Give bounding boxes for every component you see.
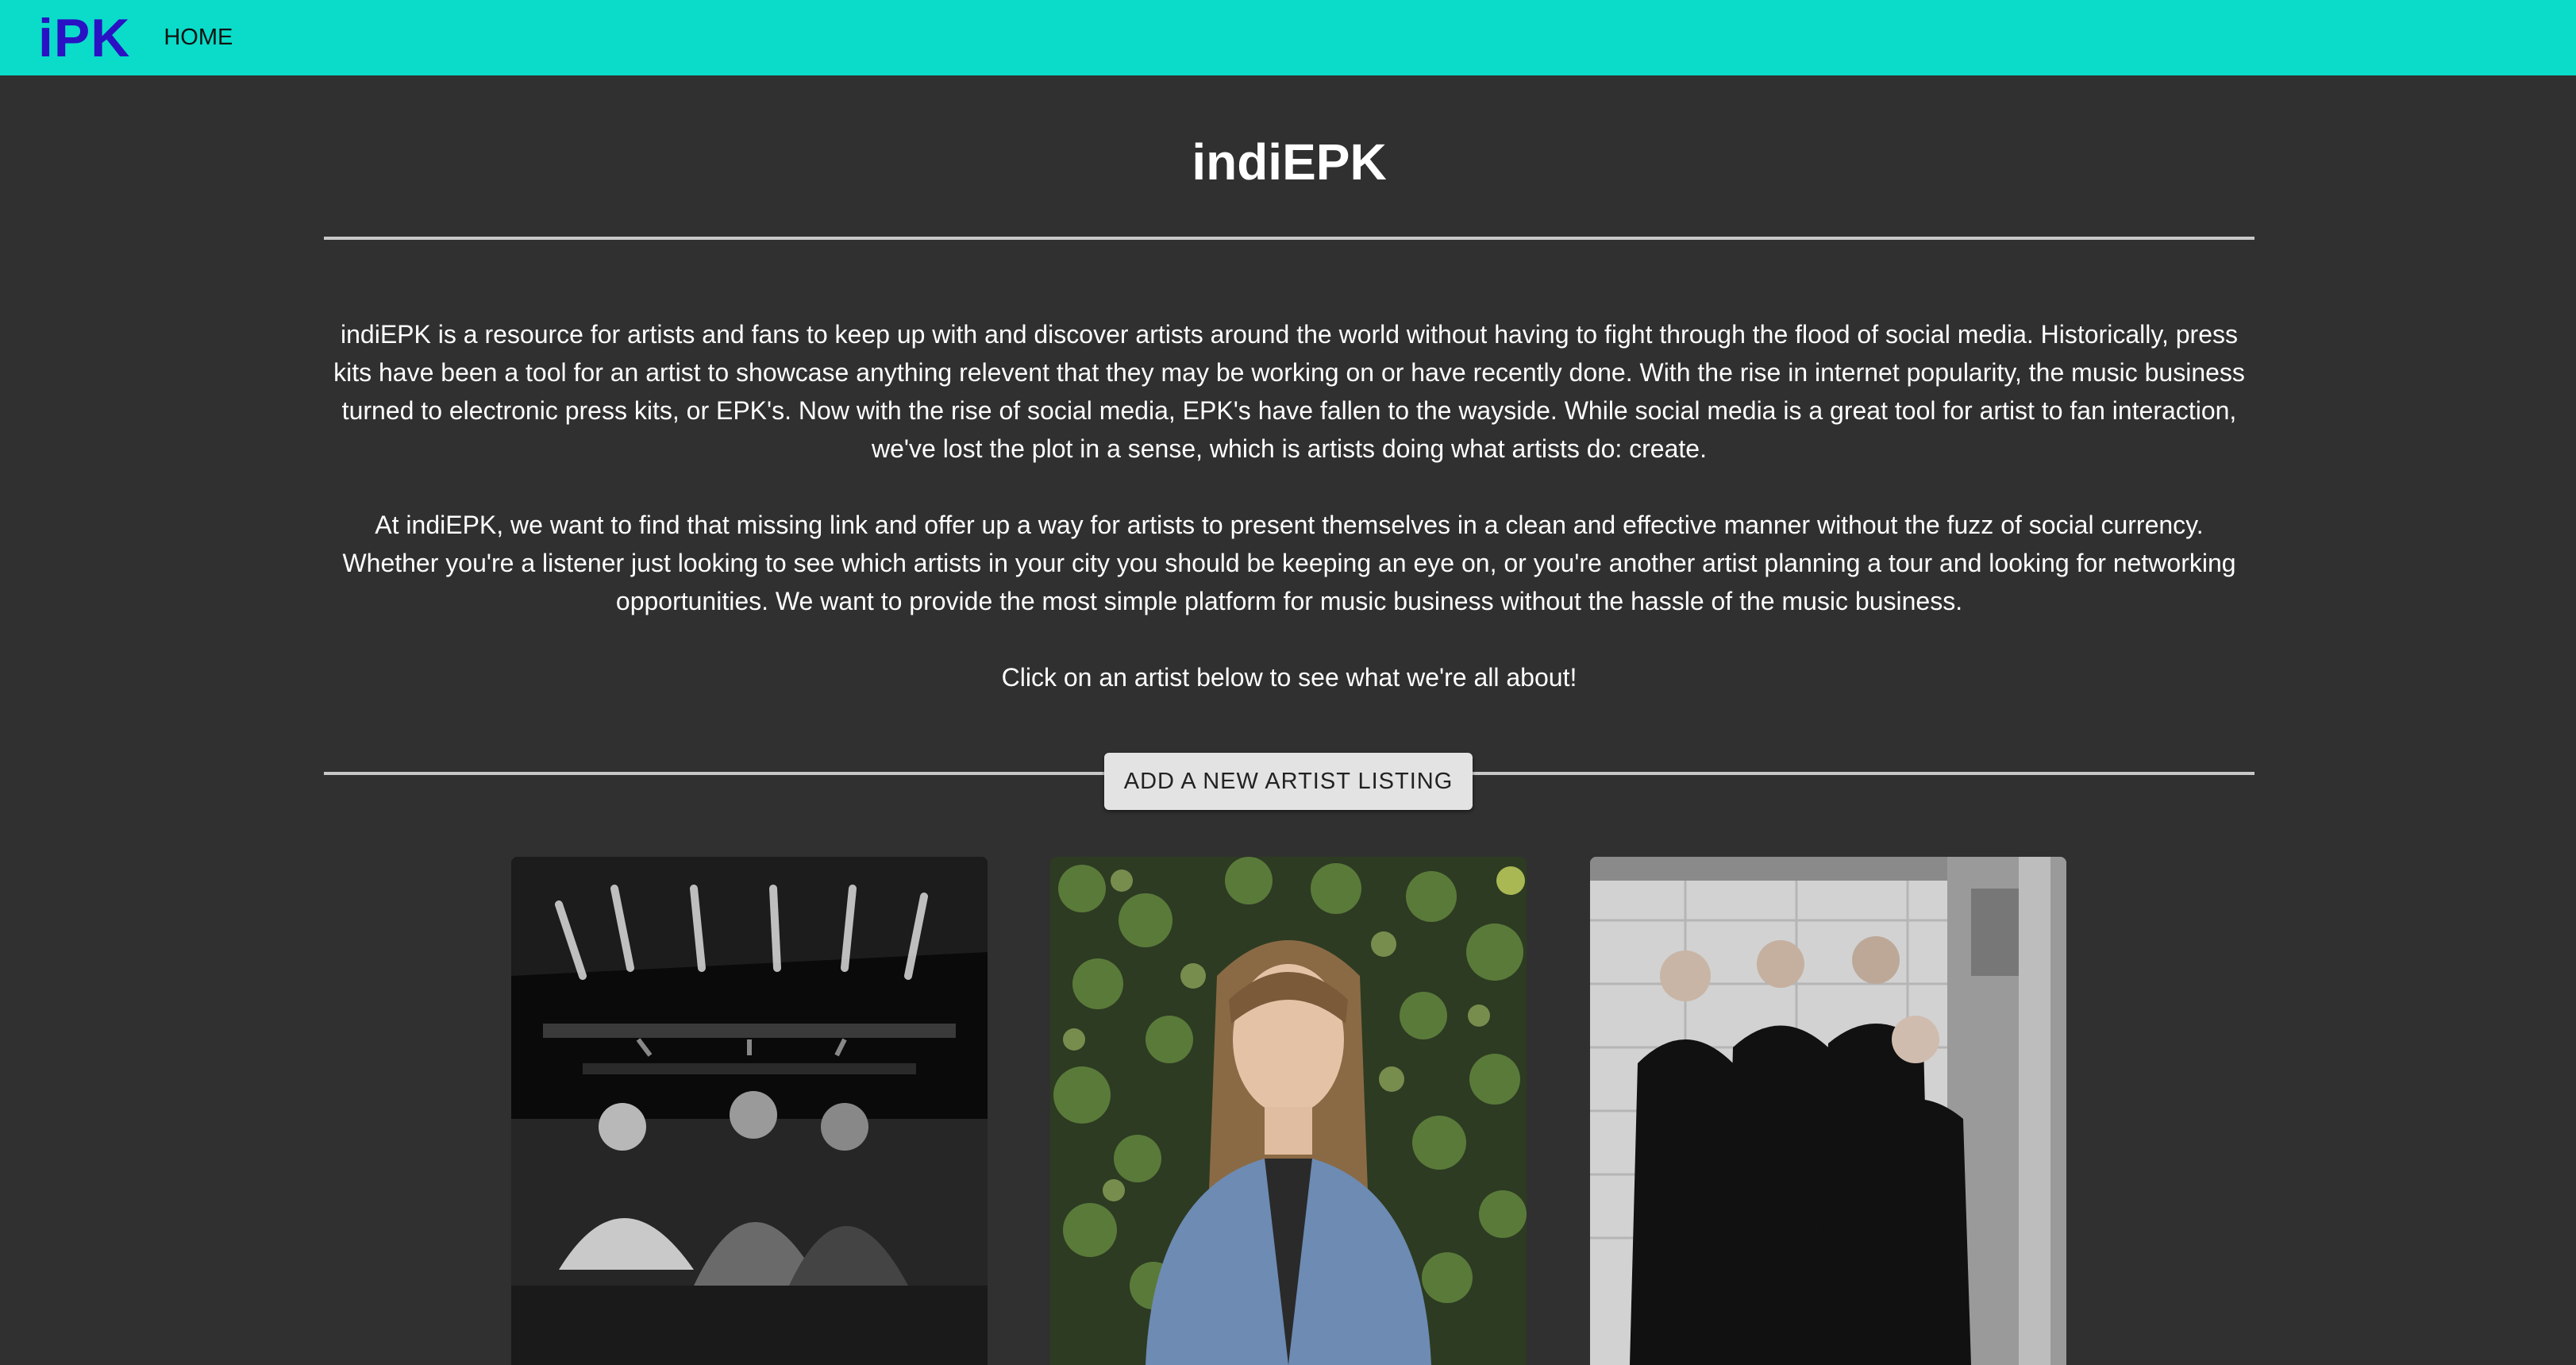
artist-card-1[interactable] xyxy=(511,857,988,1365)
artist-photo-2 xyxy=(1050,857,1527,1365)
top-divider xyxy=(324,237,2254,240)
intro-paragraph-cta: Click on an artist below to see what we'… xyxy=(1001,663,1577,692)
artist-card-3[interactable] xyxy=(1590,857,2066,1365)
nav-link-home[interactable]: HOME xyxy=(164,25,233,51)
intro-paragraph-mission: At indiEPK, we want to find that missing… xyxy=(342,511,2236,615)
intro-text: indiEPK is a resource for artists and fa… xyxy=(324,315,2254,735)
top-navbar: iPK HOME xyxy=(0,0,2576,75)
brand-logo[interactable]: iPK xyxy=(38,11,130,65)
intro-paragraph-history: indiEPK is a resource for artists and fa… xyxy=(333,320,2245,463)
page-title: indiEPK xyxy=(1192,133,1387,191)
artist-card-2[interactable] xyxy=(1050,857,1527,1365)
artist-photo-1 xyxy=(511,857,988,1365)
add-artist-listing-button[interactable]: ADD A NEW ARTIST LISTING xyxy=(1104,753,1473,810)
artist-photo-3 xyxy=(1590,857,2066,1365)
